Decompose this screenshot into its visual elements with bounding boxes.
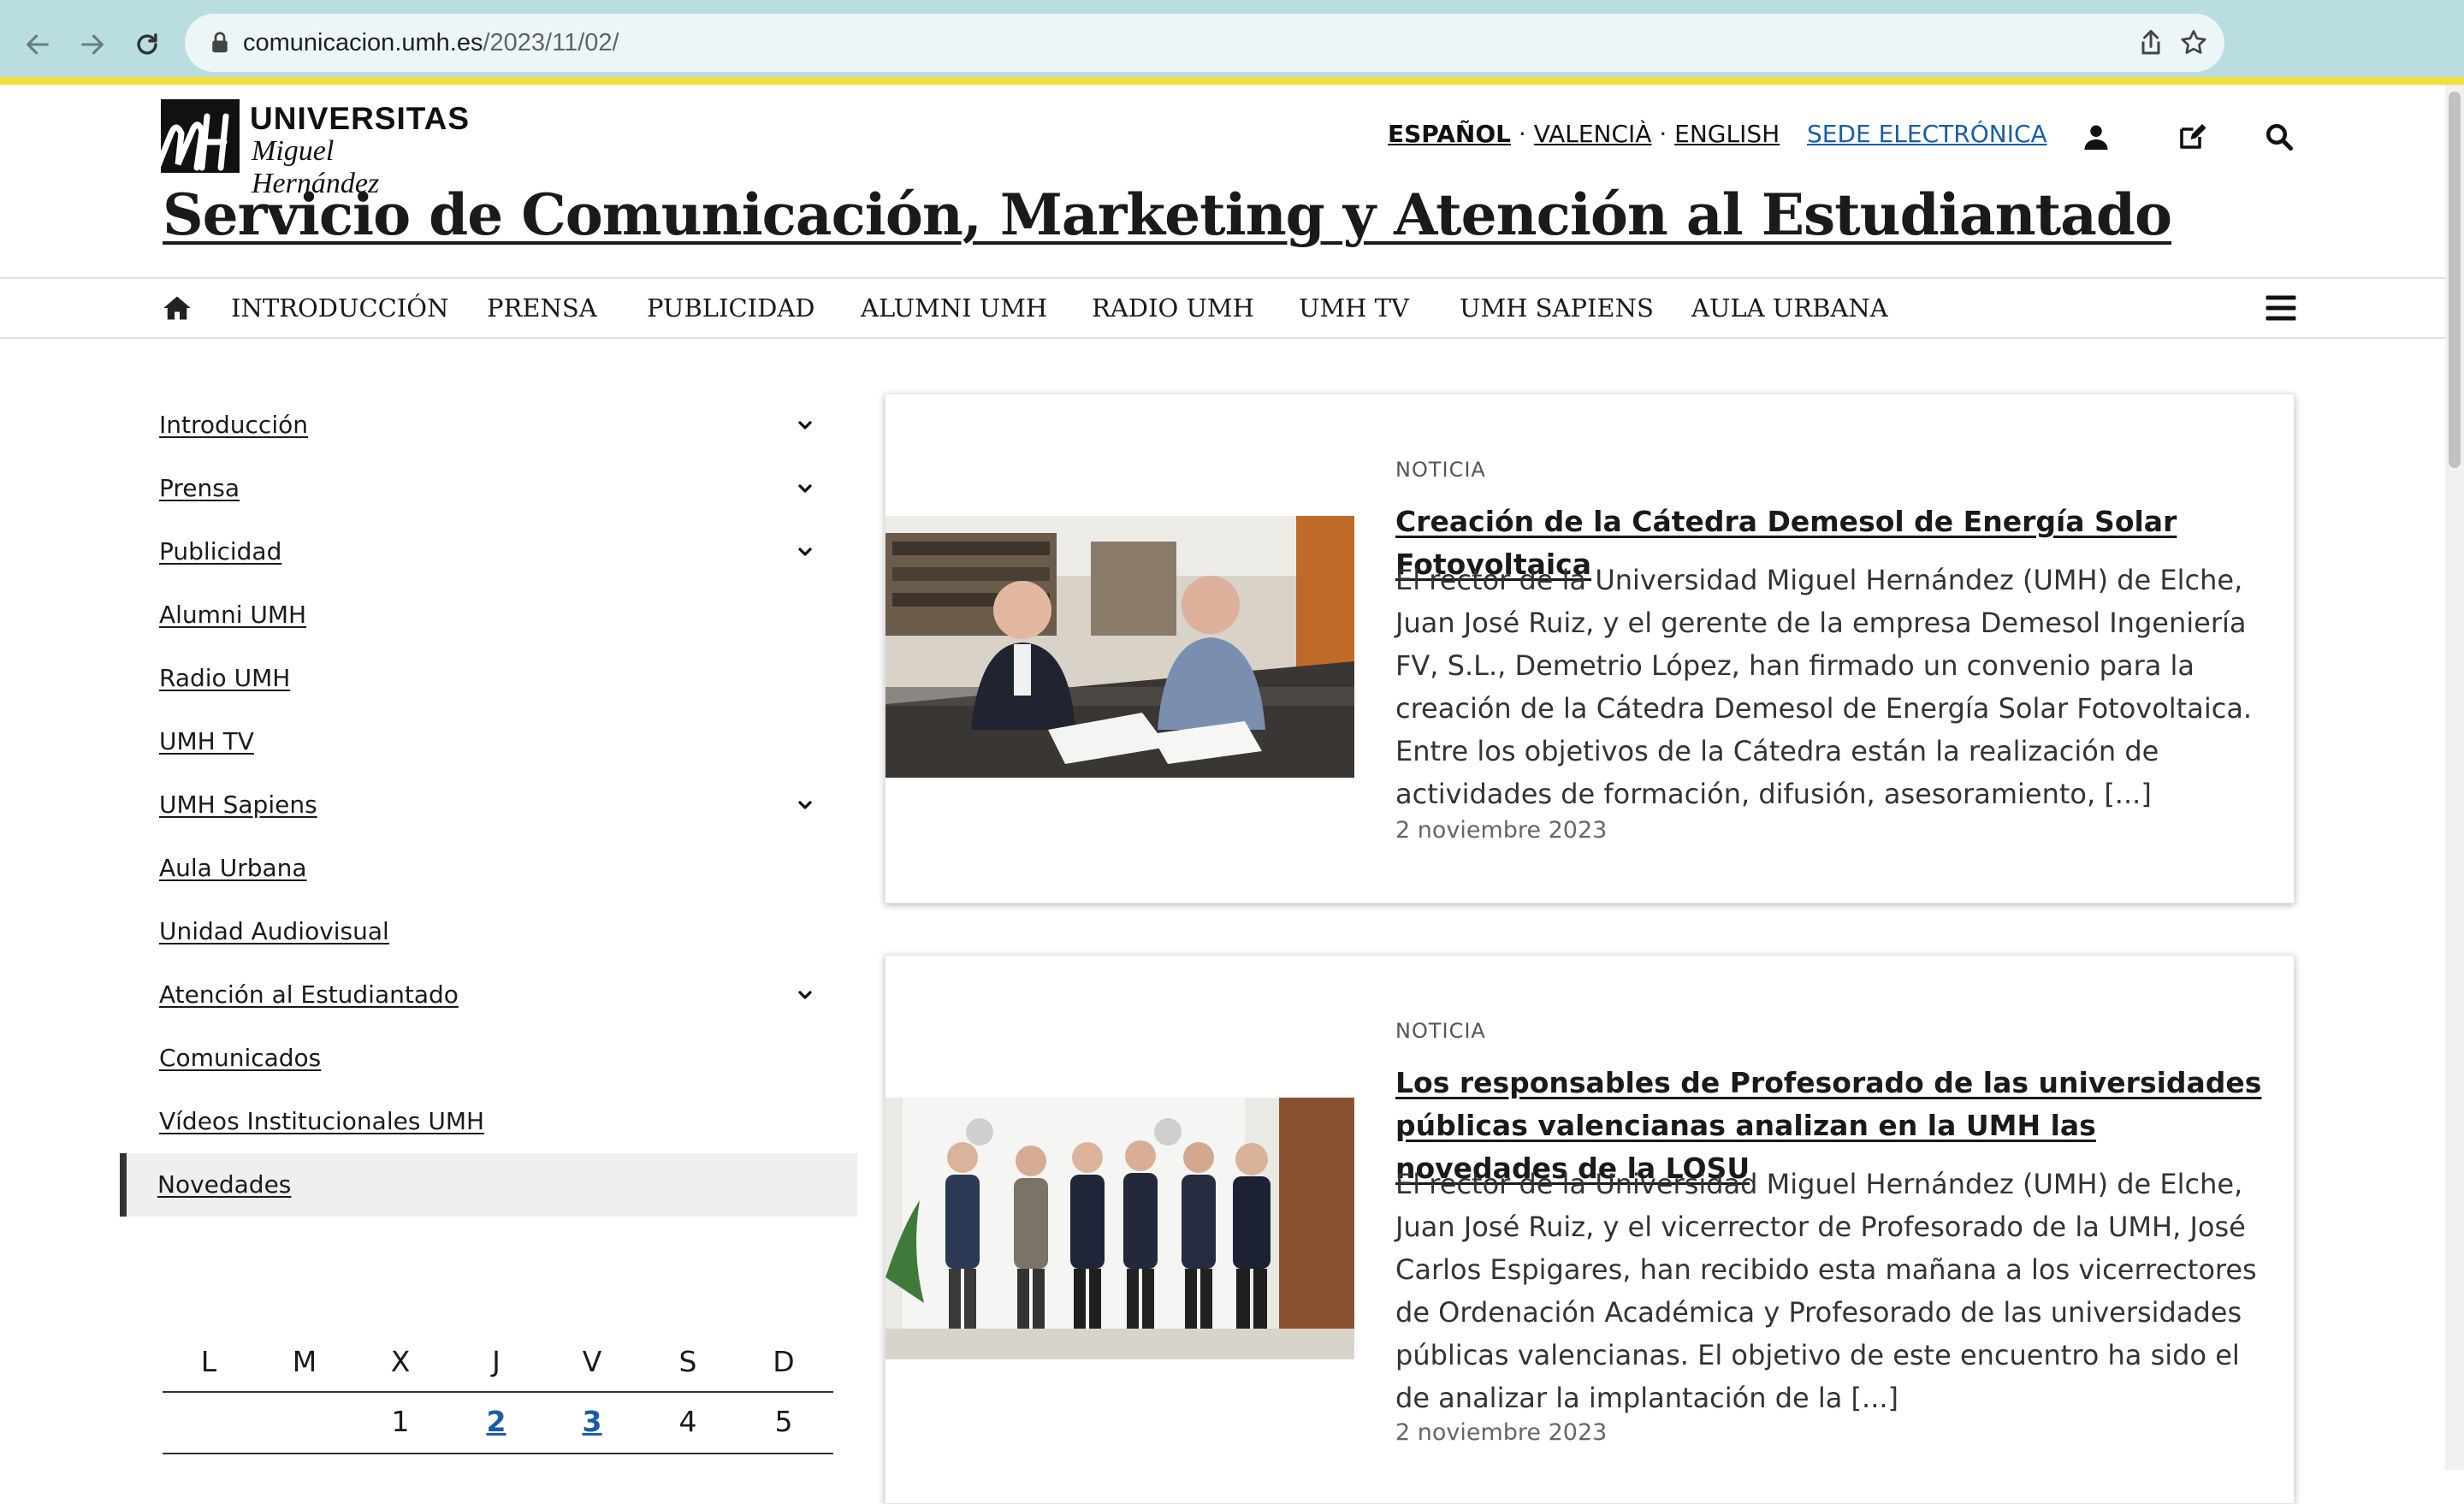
bookmark-star-icon[interactable] xyxy=(2178,27,2209,58)
sede-electronica-link[interactable]: SEDE ELECTRÓNICA xyxy=(1807,120,2047,148)
user-icon[interactable] xyxy=(2081,121,2112,152)
sidebar-item-atencion-estudiantado[interactable]: Atención al Estudiantado xyxy=(159,963,861,1027)
calendar-header-sabado: S xyxy=(678,1345,697,1378)
group-photo-illustration xyxy=(886,1098,1354,1359)
chevron-down-icon[interactable] xyxy=(797,797,813,813)
address-bar[interactable]: comunicacion.umh.es/2023/11/02/ xyxy=(185,14,2224,72)
sidebar-item-umh-tv[interactable]: UMH TV xyxy=(159,710,861,773)
back-button[interactable] xyxy=(17,24,58,65)
calendar-header-domingo: D xyxy=(773,1345,795,1378)
lang-valencia-link[interactable]: VALENCIÀ xyxy=(1534,120,1652,148)
chevron-down-icon[interactable] xyxy=(797,481,813,496)
umh-logo[interactable]: UNIVERSITAS Miguel Hernández xyxy=(152,96,469,199)
news-excerpt: El rector de la Universidad Miguel Herná… xyxy=(1395,564,2253,810)
reload-button[interactable] xyxy=(127,24,168,65)
accent-strip xyxy=(0,77,2464,85)
news-card: NOTICIA Los responsables de Profesorado … xyxy=(885,955,2295,1504)
news-excerpt: El rector de la Universidad Miguel Herná… xyxy=(1395,1168,2257,1414)
sidebar-item-unidad-audiovisual[interactable]: Unidad Audiovisual xyxy=(159,900,861,963)
calendar-header-martes: M xyxy=(292,1345,317,1378)
sidebar-item-label: Alumni UMH xyxy=(159,601,307,629)
calendar-day: 5 xyxy=(774,1405,793,1438)
sidebar-item-label: Unidad Audiovisual xyxy=(159,917,389,945)
forward-button[interactable] xyxy=(72,24,113,65)
calendar-header-viernes: V xyxy=(582,1345,602,1378)
nav-introduccion[interactable]: INTRODUCCIÓN xyxy=(231,279,448,337)
sidebar-item-label: UMH TV xyxy=(159,727,254,755)
sidebar-item-introduccion[interactable]: Introducción xyxy=(159,394,861,457)
url-text: comunicacion.umh.es/2023/11/02/ xyxy=(243,14,619,72)
lock-icon xyxy=(212,32,228,53)
share-icon[interactable] xyxy=(2135,27,2166,58)
news-type-label: NOTICIA xyxy=(1395,458,1486,482)
main-nav: INTRODUCCIÓN PRENSA PUBLICIDAD ALUMNI UM… xyxy=(0,277,2445,339)
sidebar-item-label: Atención al Estudiantado xyxy=(159,980,459,1009)
sidebar-item-label: Novedades xyxy=(157,1170,292,1199)
sidebar-item-umh-sapiens[interactable]: UMH Sapiens xyxy=(159,773,861,837)
nav-publicidad[interactable]: PUBLICIDAD xyxy=(647,279,815,337)
url-path: /2023/11/02/ xyxy=(483,29,619,56)
site-title[interactable]: Servicio de Comunicación, Marketing y At… xyxy=(163,181,2172,248)
sidebar-item-aula-urbana[interactable]: Aula Urbana xyxy=(159,837,861,900)
sidebar-item-label: Introducción xyxy=(159,411,308,439)
sidebar-item-publicidad[interactable]: Publicidad xyxy=(159,520,861,583)
lang-separator: · xyxy=(1518,120,1526,148)
nav-radio-umh[interactable]: RADIO UMH xyxy=(1092,279,1254,337)
search-icon[interactable] xyxy=(2264,121,2295,152)
sidebar-item-label: UMH Sapiens xyxy=(159,790,317,819)
sidebar-item-label: Comunicados xyxy=(159,1044,322,1072)
calendar-header-jueves: J xyxy=(492,1345,500,1378)
url-host: comunicacion.umh.es xyxy=(243,29,483,56)
chevron-down-icon[interactable] xyxy=(797,417,813,433)
hamburger-menu-icon[interactable] xyxy=(2266,294,2296,322)
forward-arrow-icon xyxy=(81,34,104,55)
lang-english-link[interactable]: ENGLISH xyxy=(1674,120,1780,148)
calendar-divider xyxy=(163,1391,833,1393)
sidebar-item-alumni-umh[interactable]: Alumni UMH xyxy=(159,583,861,647)
home-icon[interactable] xyxy=(161,293,193,323)
sidebar-item-prensa[interactable]: Prensa xyxy=(159,457,861,520)
sidebar-item-label: Aula Urbana xyxy=(159,854,307,882)
edit-icon[interactable] xyxy=(2177,121,2207,152)
sidebar-item-comunicados[interactable]: Comunicados xyxy=(159,1027,861,1090)
nav-umh-tv[interactable]: UMH TV xyxy=(1299,279,1409,337)
lang-separator: · xyxy=(1659,120,1667,148)
signing-photo-illustration xyxy=(886,516,1354,778)
news-date: 2 noviembre 2023 xyxy=(1395,817,1608,844)
reload-icon xyxy=(137,33,157,55)
language-switcher: ESPAÑOL · VALENCIÀ · ENGLISH xyxy=(1388,120,1780,148)
calendar-header-miercoles: X xyxy=(390,1345,411,1378)
sidebar-item-videos-institucionales[interactable]: Vídeos Institucionales UMH xyxy=(159,1090,861,1153)
lang-espanol-link[interactable]: ESPAÑOL xyxy=(1388,120,1511,148)
logo-text-universitas: UNIVERSITAS xyxy=(250,101,471,136)
back-arrow-icon xyxy=(27,34,49,55)
scrollbar[interactable] xyxy=(2445,85,2464,1470)
calendar-day-link[interactable]: 3 xyxy=(566,1405,618,1438)
nav-prensa[interactable]: PRENSA xyxy=(487,279,597,337)
sidebar-item-label: Publicidad xyxy=(159,537,282,565)
browser-toolbar: comunicacion.umh.es/2023/11/02/ xyxy=(0,0,2464,77)
scrollbar-thumb[interactable] xyxy=(2449,92,2461,468)
sidebar-item-novedades[interactable]: Novedades xyxy=(157,1153,859,1217)
news-date: 2 noviembre 2023 xyxy=(1395,1419,1608,1446)
nav-aula-urbana[interactable]: AULA URBANA xyxy=(1691,279,1888,337)
calendar-day: 1 xyxy=(391,1405,410,1438)
sidebar-item-radio-umh[interactable]: Radio UMH xyxy=(159,647,861,710)
sidebar-item-label: Radio UMH xyxy=(159,664,291,692)
sidebar-item-label: Vídeos Institucionales UMH xyxy=(159,1107,485,1135)
chevron-down-icon[interactable] xyxy=(797,544,813,560)
news-image[interactable] xyxy=(886,516,1354,778)
sidebar-item-label: Prensa xyxy=(159,474,240,502)
news-type-label: NOTICIA xyxy=(1395,1019,1486,1043)
umh-logo-mark xyxy=(152,99,240,178)
calendar-divider xyxy=(163,1453,833,1454)
nav-umh-sapiens[interactable]: UMH SAPIENS xyxy=(1460,279,1654,337)
calendar-day-link[interactable]: 2 xyxy=(471,1405,522,1438)
chevron-down-icon[interactable] xyxy=(797,987,813,1003)
calendar-day: 4 xyxy=(678,1405,697,1438)
news-card: NOTICIA Creación de la Cátedra Demesol d… xyxy=(885,394,2295,903)
news-image[interactable] xyxy=(886,1098,1354,1359)
calendar-header-lunes: L xyxy=(200,1345,217,1378)
nav-alumni-umh[interactable]: ALUMNI UMH xyxy=(861,279,1047,337)
